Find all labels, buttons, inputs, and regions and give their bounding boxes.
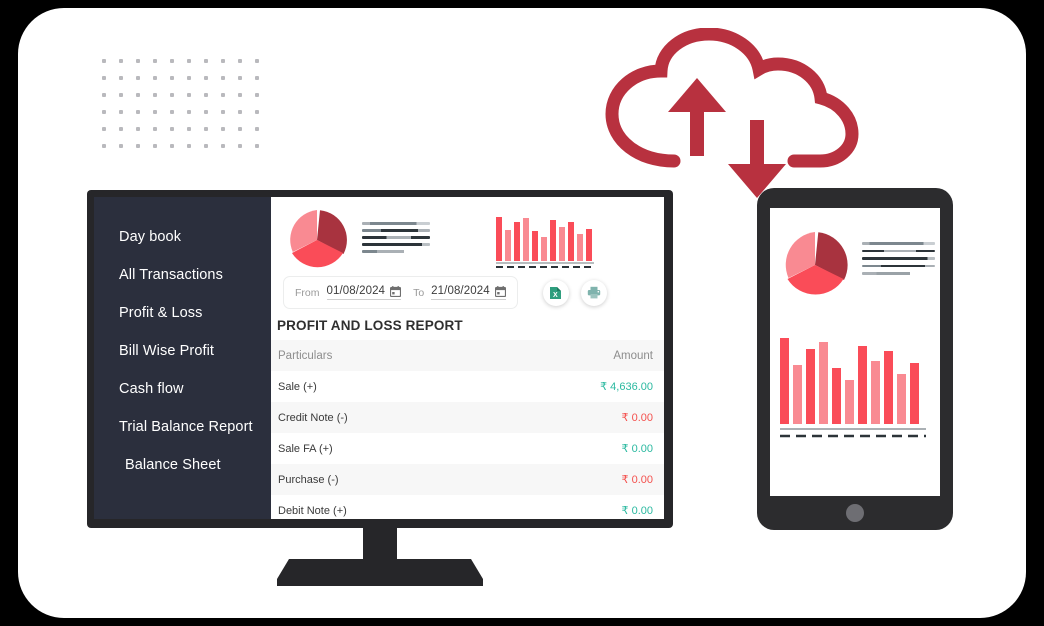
decorative-dot-grid xyxy=(95,52,265,154)
cell-amount: ₹ 4,636.00 xyxy=(600,381,653,393)
sidebar-item-day-book[interactable]: Day book xyxy=(94,218,271,256)
column-header-amount: Amount xyxy=(613,349,653,362)
sidebar-item-all-transactions[interactable]: All Transactions xyxy=(94,256,271,294)
bar-chart-tablet xyxy=(780,338,926,438)
to-date-value: 21/08/2024 xyxy=(431,285,490,297)
date-range-box: From 01/08/2024 To 21/08/2024 xyxy=(283,276,518,309)
sidebar-item-label: Bill Wise Profit xyxy=(119,343,215,359)
to-label: To xyxy=(413,286,425,299)
cell-particulars: Debit Note (+) xyxy=(278,504,347,517)
monitor-screen: Day book All Transactions Profit & Loss … xyxy=(94,197,664,519)
excel-export-icon: X xyxy=(550,286,562,299)
calendar-icon[interactable] xyxy=(390,285,402,297)
download-arrow-icon xyxy=(728,120,786,198)
upload-arrow-icon xyxy=(668,78,726,156)
cell-amount: ₹ 0.00 xyxy=(621,505,653,517)
monitor-neck xyxy=(363,528,397,562)
export-excel-button[interactable]: X xyxy=(542,279,569,306)
cloud-sync-graphic xyxy=(598,28,860,198)
app-sidebar: Day book All Transactions Profit & Loss … xyxy=(94,197,271,519)
text-placeholder-lines-monitor xyxy=(362,222,430,257)
dashboard-charts-strip xyxy=(271,197,664,271)
date-filter-row: From 01/08/2024 To 21/08/2024 X xyxy=(271,276,664,309)
tablet-top-section xyxy=(770,208,940,300)
column-header-particulars: Particulars xyxy=(278,349,333,362)
report-action-buttons: X xyxy=(542,279,607,306)
printer-icon xyxy=(587,286,600,299)
pie-chart-monitor xyxy=(290,210,347,268)
cell-particulars: Sale FA (+) xyxy=(278,442,333,455)
screenshot-stage: Day book All Transactions Profit & Loss … xyxy=(0,0,1044,626)
sidebar-item-trial-balance-report[interactable]: Trial Balance Report xyxy=(94,408,271,446)
monitor-base-foot xyxy=(277,579,483,586)
calendar-icon[interactable] xyxy=(494,285,506,297)
monitor-base xyxy=(277,559,483,579)
profit-loss-table: Particulars Amount Sale (+) ₹ 4,636.00 C… xyxy=(271,340,664,519)
text-placeholder-lines-tablet xyxy=(862,242,935,300)
report-pane: From 01/08/2024 To 21/08/2024 X PROFIT A… xyxy=(271,197,664,519)
cell-particulars: Purchase (-) xyxy=(278,473,339,486)
cloud-icon xyxy=(605,28,859,198)
to-date-field[interactable]: 21/08/2024 xyxy=(431,285,506,300)
desktop-monitor: Day book All Transactions Profit & Loss … xyxy=(87,190,673,528)
sidebar-item-cash-flow[interactable]: Cash flow xyxy=(94,370,271,408)
tablet-device xyxy=(757,188,953,530)
print-button[interactable] xyxy=(580,279,607,306)
sidebar-item-balance-sheet[interactable]: Balance Sheet xyxy=(94,446,271,484)
sidebar-item-label: Profit & Loss xyxy=(119,305,203,321)
table-header-row: Particulars Amount xyxy=(271,340,664,371)
table-row[interactable]: Credit Note (-) ₹ 0.00 xyxy=(271,402,664,433)
cell-particulars: Sale (+) xyxy=(278,380,317,393)
svg-text:X: X xyxy=(553,292,558,299)
tablet-screen xyxy=(770,208,940,496)
table-row[interactable]: Purchase (-) ₹ 0.00 xyxy=(271,464,664,495)
sidebar-item-label: Cash flow xyxy=(119,381,184,397)
home-button-icon[interactable] xyxy=(846,504,864,522)
from-label: From xyxy=(295,286,320,299)
cell-amount: ₹ 0.00 xyxy=(621,412,653,424)
bar-chart-monitor xyxy=(496,217,594,268)
pie-chart-tablet xyxy=(785,232,848,295)
cell-amount: ₹ 0.00 xyxy=(621,443,653,455)
cell-amount: ₹ 0.00 xyxy=(621,474,653,486)
sidebar-item-label: Balance Sheet xyxy=(125,457,221,473)
report-title: PROFIT AND LOSS REPORT xyxy=(277,318,463,333)
table-row[interactable]: Debit Note (+) ₹ 0.00 xyxy=(271,495,664,519)
sidebar-item-bill-wise-profit[interactable]: Bill Wise Profit xyxy=(94,332,271,370)
sidebar-item-label: Day book xyxy=(119,229,182,245)
sidebar-item-label: All Transactions xyxy=(119,267,223,283)
from-date-value: 01/08/2024 xyxy=(326,285,386,297)
from-date-field[interactable]: 01/08/2024 xyxy=(326,285,402,300)
table-row[interactable]: Sale FA (+) ₹ 0.00 xyxy=(271,433,664,464)
sidebar-item-label: Trial Balance Report xyxy=(119,419,253,435)
table-row[interactable]: Sale (+) ₹ 4,636.00 xyxy=(271,371,664,402)
cell-particulars: Credit Note (-) xyxy=(278,411,348,424)
tablet-bar-section xyxy=(770,300,940,445)
sidebar-item-profit-and-loss[interactable]: Profit & Loss xyxy=(94,294,271,332)
